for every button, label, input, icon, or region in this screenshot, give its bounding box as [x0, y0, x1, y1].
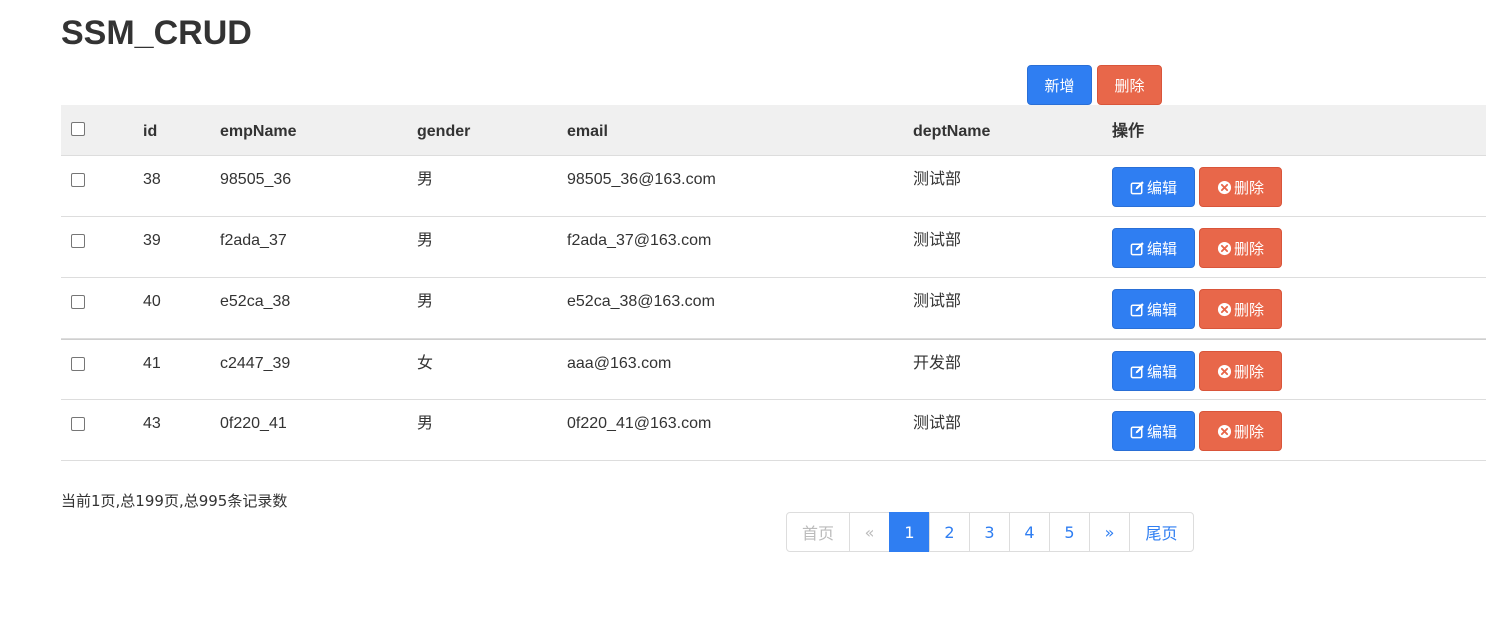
employee-table: id empName gender email deptName 操作 38 98… — [61, 105, 1486, 461]
table-row: 39 f2ada_37 男 f2ada_37@163.com 测试部 编辑 删除 — [61, 217, 1486, 278]
pencil-square-icon — [1130, 241, 1144, 255]
edit-label: 编辑 — [1146, 239, 1177, 258]
times-circle-icon — [1217, 302, 1232, 316]
edit-button[interactable]: 编辑 — [1112, 228, 1195, 268]
cell-deptname: 测试部 — [913, 415, 962, 432]
table-body: 38 98505_36 男 98505_36@163.com 测试部 编辑 删除 39 f2ad… — [61, 156, 1486, 461]
pagination-info: 当前1页,总199页,总995条记录数 — [61, 492, 288, 510]
add-button[interactable]: 新增 — [1027, 65, 1092, 105]
times-circle-icon — [1217, 241, 1232, 255]
cell-deptname: 测试部 — [913, 232, 962, 249]
table-row: 38 98505_36 男 98505_36@163.com 测试部 编辑 删除 — [61, 156, 1486, 217]
cell-id: 41 — [143, 355, 161, 372]
row-checkbox[interactable] — [71, 357, 85, 371]
cell-id: 38 — [143, 171, 161, 188]
edit-label: 编辑 — [1146, 178, 1177, 197]
times-circle-icon — [1217, 180, 1232, 194]
pencil-square-icon — [1130, 302, 1144, 316]
page-3[interactable]: 3 — [969, 512, 1010, 552]
page-2[interactable]: 2 — [929, 512, 970, 552]
edit-button[interactable]: 编辑 — [1112, 411, 1195, 451]
page-last[interactable]: 尾页 — [1129, 512, 1194, 552]
pagination: 首页 « 1 2 3 4 5 » 尾页 — [786, 512, 1194, 552]
times-circle-icon — [1217, 424, 1232, 438]
header-id: id — [143, 123, 158, 140]
edit-button[interactable]: 编辑 — [1112, 167, 1195, 207]
delete-button[interactable]: 删除 — [1199, 167, 1282, 207]
cell-empname: c2447_39 — [220, 355, 291, 372]
times-circle-icon — [1217, 364, 1232, 378]
edit-label: 编辑 — [1146, 362, 1177, 381]
delete-button[interactable]: 删除 — [1199, 411, 1282, 451]
page-5[interactable]: 5 — [1049, 512, 1090, 552]
cell-id: 39 — [143, 232, 161, 249]
page-title: SSM_CRUD — [61, 14, 252, 52]
cell-deptname: 开发部 — [913, 355, 962, 372]
delete-label: 删除 — [1233, 422, 1264, 441]
cell-gender: 男 — [417, 415, 434, 432]
header-operations: 操作 — [1112, 123, 1145, 140]
cell-gender: 男 — [417, 293, 434, 310]
delete-label: 删除 — [1233, 239, 1264, 258]
table-row: 40 e52ca_38 男 e52ca_38@163.com 测试部 编辑 删除 — [61, 278, 1486, 339]
page-4[interactable]: 4 — [1009, 512, 1050, 552]
edit-button[interactable]: 编辑 — [1112, 289, 1195, 329]
cell-id: 43 — [143, 415, 161, 432]
delete-button[interactable]: 删除 — [1199, 289, 1282, 329]
row-checkbox[interactable] — [71, 417, 85, 431]
cell-empname: e52ca_38 — [220, 293, 291, 310]
cell-deptname: 测试部 — [913, 293, 962, 310]
page-first[interactable]: 首页 — [786, 512, 850, 552]
cell-empname: 98505_36 — [220, 171, 292, 188]
cell-email: 0f220_41@163.com — [567, 415, 712, 432]
row-checkbox[interactable] — [71, 295, 85, 309]
select-all-checkbox[interactable] — [71, 122, 85, 136]
table-row: 43 0f220_41 男 0f220_41@163.com 测试部 编辑 删除 — [61, 400, 1486, 461]
edit-label: 编辑 — [1146, 422, 1177, 441]
cell-empname: 0f220_41 — [220, 415, 287, 432]
delete-button[interactable]: 删除 — [1199, 351, 1282, 391]
cell-email: aaa@163.com — [567, 355, 672, 372]
cell-deptname: 测试部 — [913, 171, 962, 188]
pencil-square-icon — [1130, 180, 1144, 194]
cell-empname: f2ada_37 — [220, 232, 287, 249]
page-1[interactable]: 1 — [889, 512, 930, 552]
pencil-square-icon — [1130, 364, 1144, 378]
header-deptname: deptName — [913, 123, 991, 140]
edit-label: 编辑 — [1146, 300, 1177, 319]
row-checkbox[interactable] — [71, 234, 85, 248]
cell-gender: 女 — [417, 355, 434, 372]
cell-gender: 男 — [417, 171, 434, 188]
delete-label: 删除 — [1233, 300, 1264, 319]
delete-selected-button[interactable]: 删除 — [1097, 65, 1162, 105]
table-row: 41 c2447_39 女 aaa@163.com 开发部 编辑 删除 — [61, 339, 1486, 400]
cell-id: 40 — [143, 293, 161, 310]
header-empname: empName — [220, 123, 297, 140]
cell-gender: 男 — [417, 232, 434, 249]
header-gender: gender — [417, 123, 471, 140]
cell-email: e52ca_38@163.com — [567, 293, 715, 310]
pencil-square-icon — [1130, 424, 1144, 438]
cell-email: f2ada_37@163.com — [567, 232, 712, 249]
delete-label: 删除 — [1233, 362, 1264, 381]
page-prev[interactable]: « — [849, 512, 890, 552]
row-checkbox[interactable] — [71, 173, 85, 187]
cell-email: 98505_36@163.com — [567, 171, 716, 188]
header-email: email — [567, 123, 608, 140]
edit-button[interactable]: 编辑 — [1112, 351, 1195, 391]
delete-label: 删除 — [1233, 178, 1264, 197]
table-header: id empName gender email deptName 操作 — [61, 105, 1486, 156]
page-next[interactable]: » — [1089, 512, 1130, 552]
delete-button[interactable]: 删除 — [1199, 228, 1282, 268]
